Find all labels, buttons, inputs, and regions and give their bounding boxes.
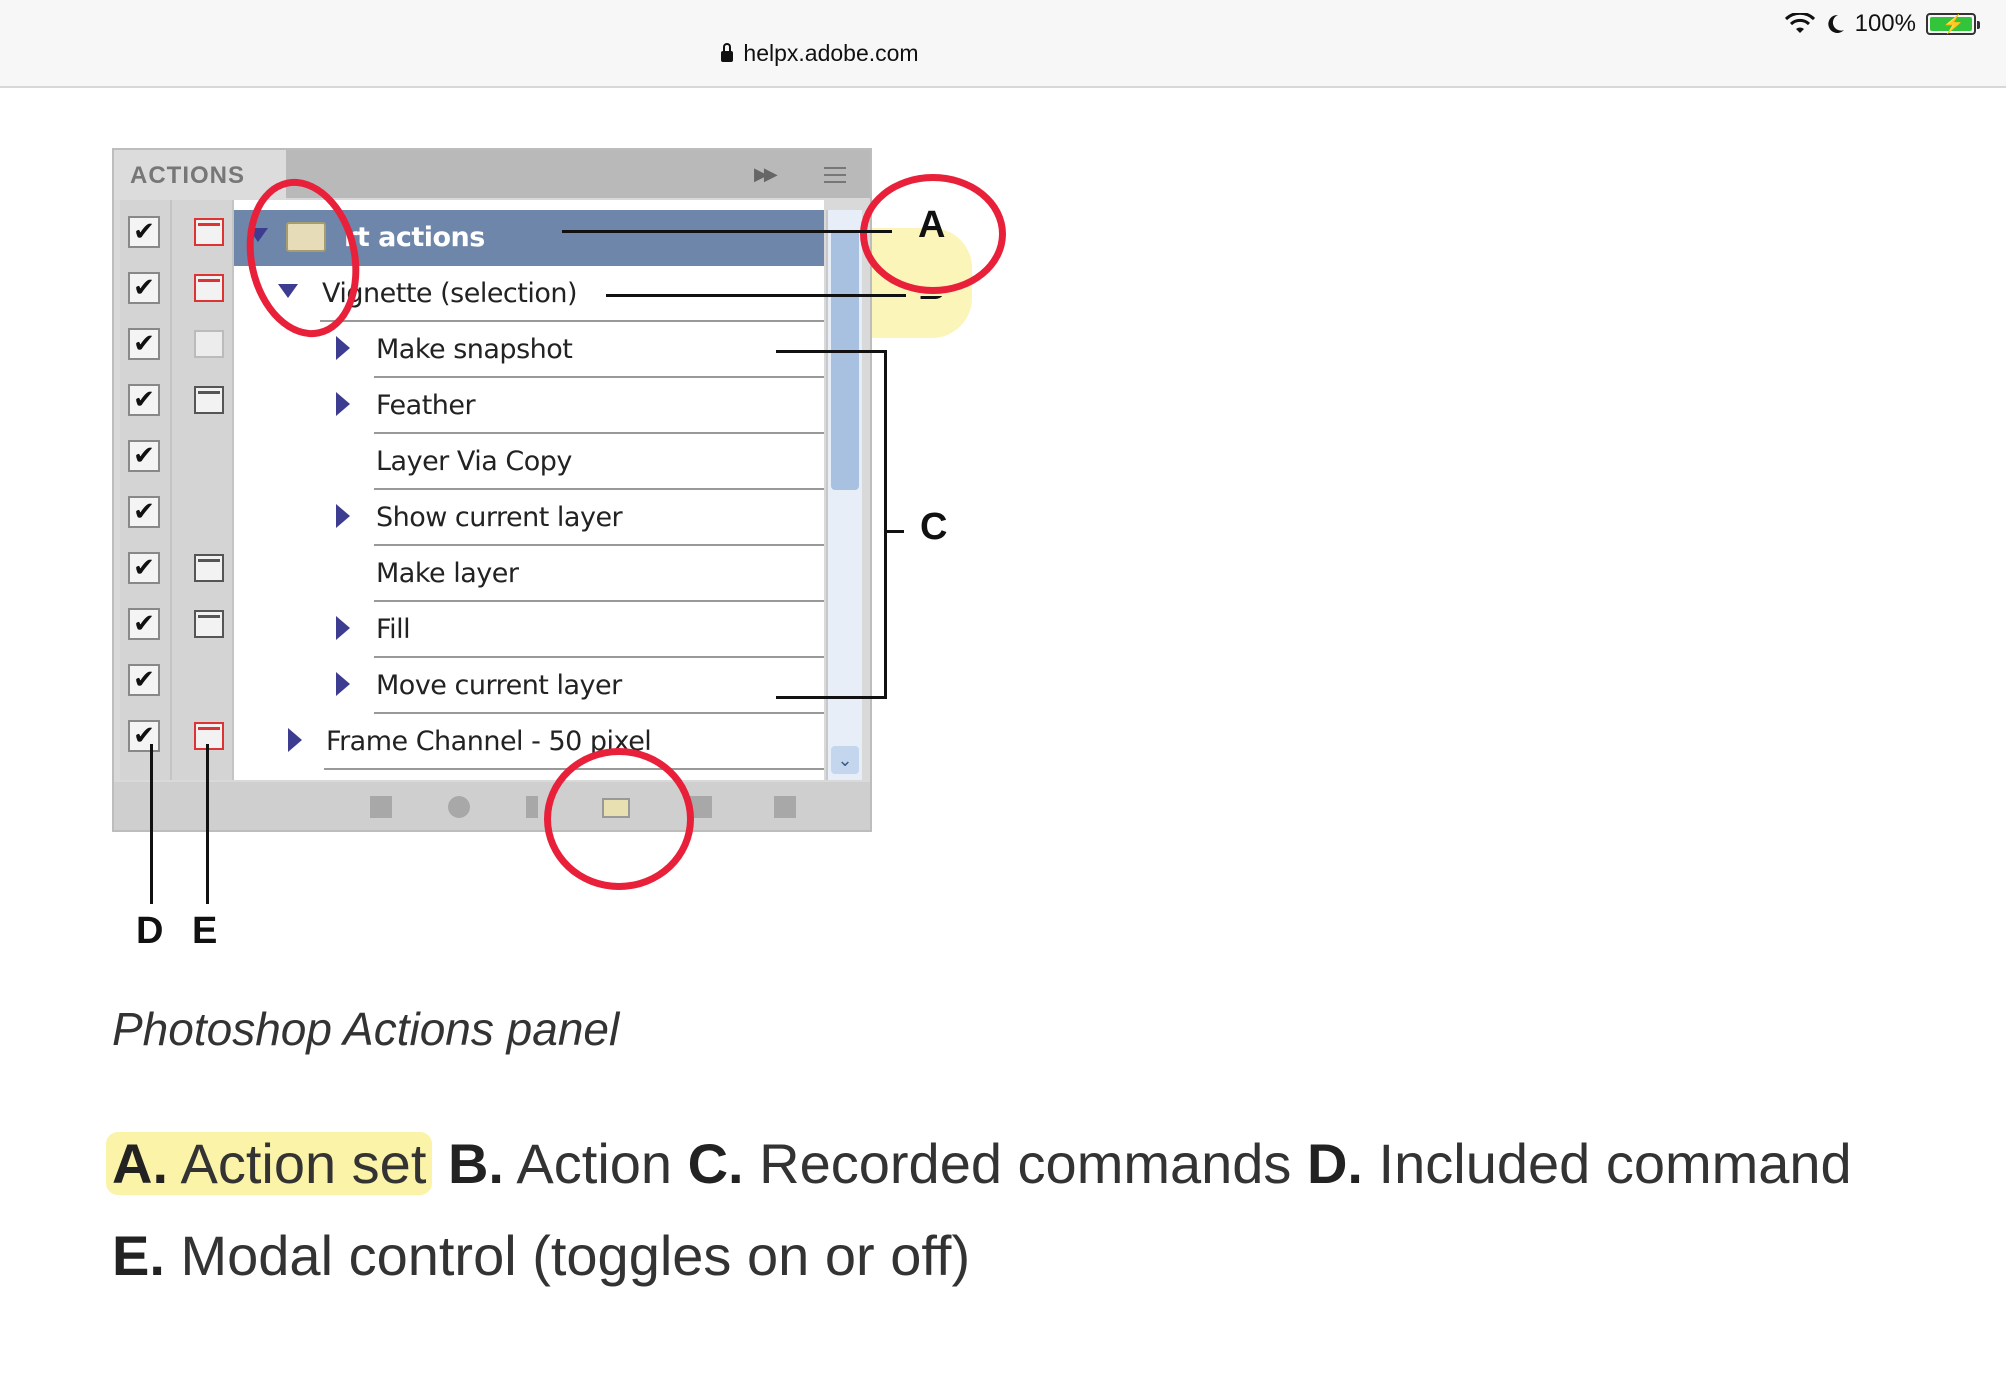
- leader-c-top: [776, 350, 886, 353]
- figure-legend: A. Action set B. Action C. Recorded comm…: [106, 1118, 1912, 1302]
- legend-item-a: A. Action set: [106, 1132, 433, 1195]
- delete-icon[interactable]: [774, 796, 796, 818]
- actions-panel-figure: ACTIONS ▶▶ ✔ ✔ ✔ ✔ ✔ ✔ ✔ ✔ ✔ ✔ rt action…: [112, 148, 1012, 968]
- command-row[interactable]: Layer Via Copy: [234, 434, 824, 490]
- modal-toggle[interactable]: [194, 274, 224, 302]
- include-toggle[interactable]: ✔: [128, 328, 160, 360]
- disclosure-closed-icon[interactable]: [336, 616, 350, 640]
- disclosure-closed-icon[interactable]: [336, 336, 350, 360]
- lock-icon: [721, 43, 734, 62]
- modal-toggle[interactable]: [194, 386, 224, 414]
- legend-text-e: Modal control (toggles on or off): [180, 1224, 971, 1287]
- legend-letter-b: B.: [447, 1132, 504, 1195]
- stop-button[interactable]: [370, 796, 392, 818]
- address-bar[interactable]: helpx.adobe.com: [0, 40, 1640, 67]
- legend-text-d: Included command: [1378, 1132, 1852, 1195]
- leader-a: [562, 230, 892, 233]
- modal-toggle[interactable]: [194, 722, 224, 750]
- command-label: Fill: [376, 614, 411, 645]
- modal-toggle[interactable]: [194, 610, 224, 638]
- legend-letter-d: D.: [1306, 1132, 1363, 1195]
- annotation-circle: [544, 748, 694, 890]
- callout-d: D: [136, 910, 164, 952]
- action-set-label: rt actions: [344, 222, 485, 253]
- legend-letter-c: C.: [687, 1132, 744, 1195]
- command-row[interactable]: Move current layer: [234, 658, 824, 714]
- include-toggle[interactable]: ✔: [128, 384, 160, 416]
- figure-caption: Photoshop Actions panel: [112, 1003, 620, 1055]
- include-toggle[interactable]: ✔: [128, 440, 160, 472]
- command-row[interactable]: Feather: [234, 378, 824, 434]
- command-label: Move current layer: [376, 670, 622, 701]
- scroll-thumb[interactable]: [831, 230, 859, 490]
- disclosure-closed-icon[interactable]: [336, 392, 350, 416]
- actions-panel: ACTIONS ▶▶ ✔ ✔ ✔ ✔ ✔ ✔ ✔ ✔ ✔ ✔ rt action…: [112, 148, 872, 832]
- scroll-down-icon[interactable]: ⌄: [831, 746, 859, 774]
- include-toggle[interactable]: ✔: [128, 720, 160, 752]
- include-toggle[interactable]: ✔: [128, 608, 160, 640]
- leader-d: [150, 744, 153, 904]
- legend-text-b: Action: [516, 1132, 673, 1195]
- command-label: Show current layer: [376, 502, 623, 533]
- callout-c: C: [920, 506, 948, 548]
- disclosure-closed-icon[interactable]: [336, 672, 350, 696]
- record-button[interactable]: [448, 796, 470, 818]
- battery-icon: ⚡: [1926, 13, 1980, 35]
- include-toggle[interactable]: ✔: [128, 552, 160, 584]
- wifi-icon: [1784, 13, 1815, 33]
- callout-e: E: [192, 910, 218, 952]
- panel-menu-icon[interactable]: [814, 164, 846, 184]
- leader-b: [606, 294, 906, 297]
- action-row[interactable]: Frame Channel - 50 pixel: [234, 714, 824, 770]
- leader-c-tick: [884, 530, 904, 533]
- moon-icon: [1827, 14, 1844, 33]
- leader-c-bottom: [776, 696, 886, 699]
- action-label: Vignette (selection): [322, 278, 578, 309]
- modal-toggle[interactable]: [194, 330, 224, 358]
- legend-letter-e: E.: [112, 1224, 165, 1287]
- command-label: Make layer: [376, 558, 519, 589]
- panel-tab-bar: ACTIONS ▶▶: [114, 150, 870, 200]
- leader-c-vert: [884, 350, 887, 699]
- include-toggle[interactable]: ✔: [128, 272, 160, 304]
- battery-percent: 100%: [1854, 10, 1916, 37]
- command-row[interactable]: Make layer: [234, 546, 824, 602]
- command-row[interactable]: Show current layer: [234, 490, 824, 546]
- include-toggle[interactable]: ✔: [128, 216, 160, 248]
- legend-text-c: Recorded commands: [759, 1132, 1292, 1195]
- browser-top-bar: 100% ⚡ helpx.adobe.com: [0, 0, 2006, 88]
- command-label: Make snapshot: [376, 334, 573, 365]
- include-toggle[interactable]: ✔: [128, 496, 160, 528]
- command-row[interactable]: Fill: [234, 602, 824, 658]
- disclosure-closed-icon[interactable]: [288, 728, 302, 752]
- command-label: Feather: [376, 390, 476, 421]
- include-toggle[interactable]: ✔: [128, 664, 160, 696]
- callout-a: A: [918, 204, 946, 246]
- actions-tab[interactable]: ACTIONS: [114, 150, 286, 200]
- panel-footer: [114, 782, 870, 830]
- modal-toggle[interactable]: [194, 218, 224, 246]
- play-button[interactable]: [526, 796, 538, 818]
- modal-toggle[interactable]: [194, 554, 224, 582]
- command-label: Layer Via Copy: [376, 446, 572, 477]
- disclosure-closed-icon[interactable]: [336, 504, 350, 528]
- leader-e: [206, 744, 209, 904]
- status-bar: 100% ⚡: [1784, 10, 1980, 38]
- url-text: helpx.adobe.com: [743, 40, 919, 66]
- collapse-icon[interactable]: ▶▶: [754, 164, 778, 185]
